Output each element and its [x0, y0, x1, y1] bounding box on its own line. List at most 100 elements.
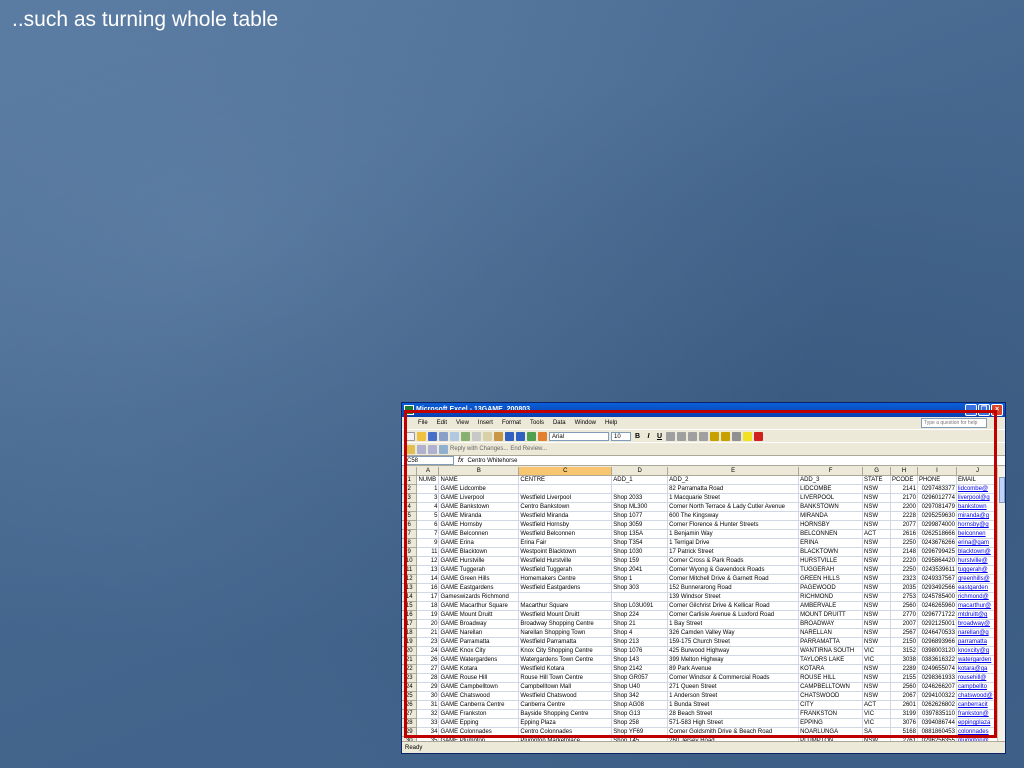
table-cell[interactable]: frankston@: [956, 709, 999, 720]
table-cell[interactable]: 0296012774: [917, 493, 957, 504]
table-cell[interactable]: 19: [416, 610, 440, 621]
table-cell[interactable]: rousehill@: [956, 673, 999, 684]
table-cell[interactable]: 0295259630: [917, 511, 957, 522]
table-cell[interactable]: Shop 258: [611, 718, 669, 729]
table-cell[interactable]: 2141: [890, 484, 918, 495]
table-cell[interactable]: NSW: [862, 637, 891, 648]
table-cell[interactable]: VIC: [862, 718, 891, 729]
table-cell[interactable]: Shop 143: [611, 655, 669, 666]
restore-button[interactable]: ❐: [978, 404, 990, 416]
spreadsheet-grid[interactable]: A B C D E F G H I J 1 NUMB NAME CENTRE ADD_1…: [402, 467, 999, 743]
table-cell[interactable]: NSW: [862, 556, 891, 567]
row-header[interactable]: 12: [402, 574, 418, 585]
table-cell[interactable]: GAME Watergardens: [438, 655, 520, 666]
column-header[interactable]: I: [917, 467, 957, 477]
table-cell[interactable]: hornsby@g: [956, 520, 999, 531]
row-header[interactable]: 3: [402, 493, 418, 504]
table-cell[interactable]: tuggerah@: [956, 565, 999, 576]
table-cell[interactable]: NSW: [862, 628, 891, 639]
table-cell[interactable]: greenhills@: [956, 574, 999, 585]
new-icon[interactable]: [406, 431, 415, 441]
table-cell[interactable]: 139 Windsor Street: [667, 592, 800, 603]
table-cell[interactable]: RICHMOND: [798, 592, 864, 603]
table-cell[interactable]: GAME Hurstville: [438, 556, 520, 567]
table-cell[interactable]: 0294100322: [917, 691, 957, 702]
table-cell[interactable]: MOUNT DRUITT: [798, 610, 864, 621]
table-cell[interactable]: NSW: [862, 673, 891, 684]
table-cell[interactable]: Shop 2142: [611, 664, 669, 675]
row-header[interactable]: 10: [402, 556, 418, 567]
table-cell[interactable]: Knox City Shopping Centre: [518, 646, 613, 657]
table-cell[interactable]: PHONE: [917, 475, 957, 486]
spelling-icon[interactable]: [461, 431, 470, 441]
open-icon[interactable]: [417, 431, 426, 441]
table-cell[interactable]: Rouse Hill Town Centre: [518, 673, 613, 684]
table-cell[interactable]: 0296893966: [917, 637, 957, 648]
table-cell[interactable]: 399 Melton Highway: [667, 655, 800, 666]
table-cell[interactable]: 0295864420: [917, 556, 957, 567]
table-cell[interactable]: 2560: [890, 682, 918, 693]
table-cell[interactable]: GAME Canberra Centre: [438, 700, 520, 711]
table-cell[interactable]: 28: [416, 673, 440, 684]
table-cell[interactable]: Corner Carlisle Avenue & Luxford Road: [667, 610, 800, 621]
table-cell[interactable]: 5168: [890, 727, 918, 738]
table-cell[interactable]: Corner Florence & Hunter Streets: [667, 520, 800, 531]
help-search-input[interactable]: Type a question for help: [921, 418, 987, 428]
table-cell[interactable]: 2770: [890, 610, 918, 621]
row-header[interactable]: 13: [402, 583, 418, 594]
table-cell[interactable]: 0398003120: [917, 646, 957, 657]
table-cell[interactable]: 20: [416, 619, 440, 630]
name-box[interactable]: C58: [404, 456, 454, 465]
table-cell[interactable]: ACT: [862, 700, 891, 711]
table-cell[interactable]: Shop U40: [611, 682, 669, 693]
table-cell[interactable]: NSW: [862, 484, 891, 495]
row-header[interactable]: 16: [402, 610, 418, 621]
font-size-select[interactable]: 10: [611, 431, 631, 441]
font-select[interactable]: Arial: [549, 431, 609, 441]
table-cell[interactable]: GAME Chatswood: [438, 691, 520, 702]
table-cell[interactable]: GAME Tuggerah: [438, 565, 520, 576]
table-cell[interactable]: 0296799425: [917, 547, 957, 558]
table-cell[interactable]: Shop 303: [611, 583, 669, 594]
table-cell[interactable]: Shop 1076: [611, 646, 669, 657]
table-cell[interactable]: Macarthur Square: [518, 601, 613, 612]
menu-help[interactable]: Help: [605, 420, 617, 426]
table-cell[interactable]: 26: [416, 655, 440, 666]
close-button[interactable]: ×: [991, 404, 1003, 416]
cut-icon[interactable]: [472, 431, 481, 441]
table-cell[interactable]: 3038: [890, 655, 918, 666]
table-cell[interactable]: GAME Miranda: [438, 511, 520, 522]
table-cell[interactable]: 0293492566: [917, 583, 957, 594]
table-cell[interactable]: ADD_2: [667, 475, 800, 486]
autosum-icon[interactable]: [516, 431, 525, 441]
table-cell[interactable]: Westfield Hornsby: [518, 520, 613, 531]
menu-tools[interactable]: Tools: [530, 420, 544, 426]
table-cell[interactable]: 1 Macquarie Street: [667, 493, 800, 504]
table-cell[interactable]: BANKSTOWN: [798, 502, 864, 513]
table-cell[interactable]: CHATSWOOD: [798, 691, 864, 702]
table-cell[interactable]: 0246265960: [917, 601, 957, 612]
undo-icon[interactable]: [505, 431, 514, 441]
table-cell[interactable]: 2323: [890, 574, 918, 585]
table-cell[interactable]: 2753: [890, 592, 918, 603]
column-header[interactable]: H: [890, 467, 918, 477]
table-cell[interactable]: Westfield Chatswood: [518, 691, 613, 702]
row-header[interactable]: 27: [402, 709, 418, 720]
table-cell[interactable]: bankstown: [956, 502, 999, 513]
table-cell[interactable]: 2077: [890, 520, 918, 531]
table-cell[interactable]: NAME: [438, 475, 520, 486]
select-all-corner[interactable]: [402, 467, 418, 477]
table-cell[interactable]: KOTARA: [798, 664, 864, 675]
table-cell[interactable]: 17 Patrick Street: [667, 547, 800, 558]
table-cell[interactable]: Canberra Centre: [518, 700, 613, 711]
underline-icon[interactable]: U: [655, 433, 664, 440]
table-cell[interactable]: 3076: [890, 718, 918, 729]
table-cell[interactable]: Bayside Shopping Centre: [518, 709, 613, 720]
align-right-icon[interactable]: [688, 431, 697, 441]
table-cell[interactable]: 21: [416, 628, 440, 639]
table-cell[interactable]: 0249337567: [917, 574, 957, 585]
table-cell[interactable]: 571-583 High Street: [667, 718, 800, 729]
row-header[interactable]: 29: [402, 727, 418, 738]
table-cell[interactable]: 12: [416, 556, 440, 567]
table-cell[interactable]: Shop 1: [611, 574, 669, 585]
